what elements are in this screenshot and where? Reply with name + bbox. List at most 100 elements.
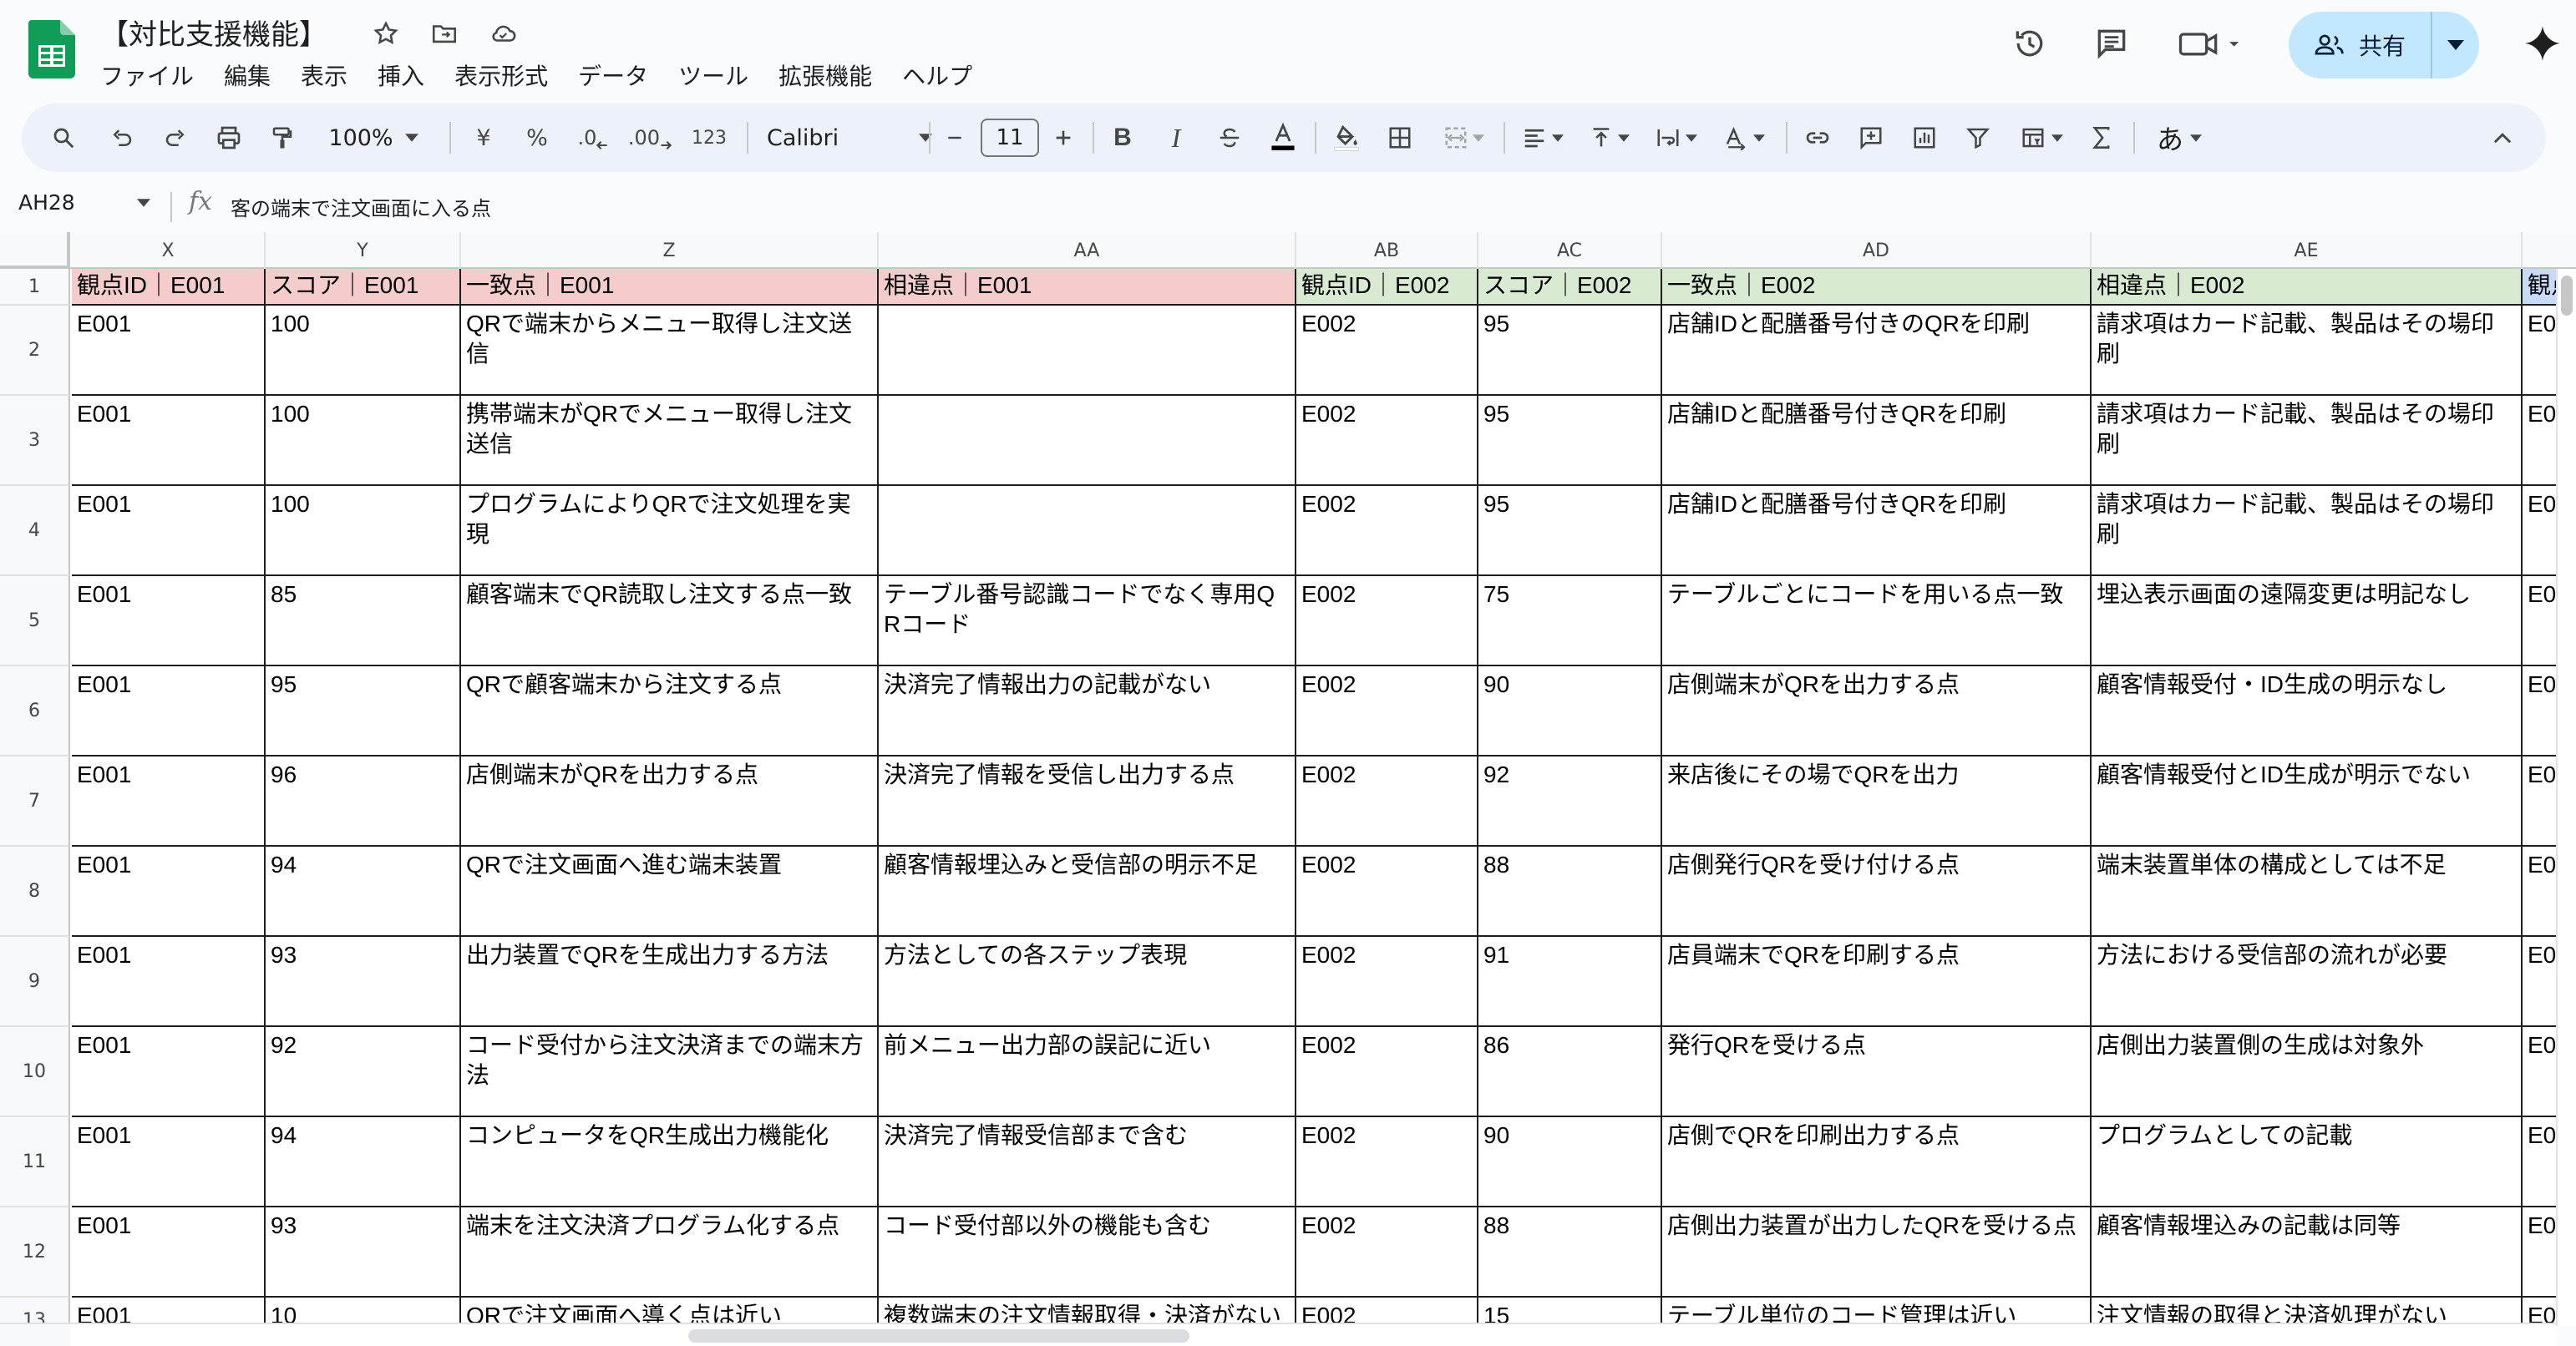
table-cell[interactable]: 店側出力装置が出力したQRを受ける点 xyxy=(1662,1207,2092,1298)
table-cell[interactable]: E001 xyxy=(72,1027,266,1117)
zoom-select[interactable]: 100% xyxy=(319,104,428,172)
table-cell[interactable]: 90 xyxy=(1478,666,1662,756)
table-cell[interactable]: QRで注文画面へ導く点は近い xyxy=(461,1298,879,1326)
table-cell[interactable]: 店側端末がQRを出力する点 xyxy=(461,756,879,847)
menu-help[interactable]: ヘルプ xyxy=(887,57,987,94)
table-cell[interactable]: E002 xyxy=(1296,847,1478,937)
table-cell[interactable]: 93 xyxy=(266,937,461,1027)
table-cell[interactable]: テーブル単位のコード管理は近い xyxy=(1662,1298,2092,1326)
table-cell[interactable]: テーブル番号認識コードでなく専用QRコード xyxy=(879,576,1296,666)
row-header[interactable]: 5 xyxy=(0,576,70,666)
search-menus-icon[interactable] xyxy=(42,104,85,172)
table-cell[interactable]: テーブルごとにコードを用いる点一致 xyxy=(1662,576,2092,666)
table-cell[interactable]: E002 xyxy=(1296,666,1478,756)
borders-icon[interactable] xyxy=(1378,104,1422,172)
table-cell[interactable]: 88 xyxy=(1478,1207,1662,1298)
menu-edit[interactable]: 編集 xyxy=(209,57,286,94)
row-header[interactable]: 6 xyxy=(0,666,70,756)
bold-icon[interactable]: B xyxy=(1101,104,1144,172)
table-cell[interactable]: QRで端末からメニュー取得し注文送信 xyxy=(461,306,879,396)
select-all-corner[interactable] xyxy=(0,232,70,269)
table-cell[interactable]: E001 xyxy=(72,1117,266,1207)
percent-format-button[interactable]: % xyxy=(516,104,558,172)
table-cell[interactable]: E002 xyxy=(1296,1298,1478,1326)
table-cell[interactable]: 91 xyxy=(1478,937,1662,1027)
vertical-scrollbar[interactable] xyxy=(2556,269,2576,1326)
horizontal-scroll-thumb[interactable] xyxy=(688,1329,1189,1343)
increase-decimal-button[interactable]: .00 xyxy=(625,104,675,172)
table-cell[interactable]: 95 xyxy=(1478,486,1662,576)
version-history-icon[interactable] xyxy=(2006,20,2053,67)
row-header[interactable]: 13 xyxy=(0,1298,70,1326)
filter-views-icon[interactable] xyxy=(2010,104,2073,172)
table-cell[interactable]: 85 xyxy=(266,576,461,666)
table-cell[interactable]: E001 xyxy=(72,396,266,486)
table-cell[interactable]: E002 xyxy=(1296,576,1478,666)
text-color-icon[interactable] xyxy=(1261,104,1305,172)
table-cell[interactable]: 92 xyxy=(266,1027,461,1117)
gemini-spark-icon[interactable] xyxy=(2519,20,2566,67)
column-header[interactable]: AB xyxy=(1296,232,1478,269)
merge-cells-icon[interactable] xyxy=(1432,104,1495,172)
more-formats-button[interactable]: 123 xyxy=(685,104,733,172)
table-cell[interactable]: 店舗IDと配膳番号付きQRを印刷 xyxy=(1662,486,2092,576)
table-cell[interactable]: 96 xyxy=(266,756,461,847)
table-cell[interactable]: E002 xyxy=(1296,396,1478,486)
menu-file[interactable]: ファイル xyxy=(99,57,209,94)
name-box[interactable]: AH28 xyxy=(18,190,75,215)
row-header[interactable]: 2 xyxy=(0,306,70,396)
table-cell[interactable]: E002 xyxy=(1296,1027,1478,1117)
table-cell[interactable]: コード受付部以外の機能も含む xyxy=(879,1207,1296,1298)
row-header[interactable]: 3 xyxy=(0,396,70,486)
table-cell[interactable]: 100 xyxy=(266,396,461,486)
table-cell[interactable]: 75 xyxy=(1478,576,1662,666)
row-header[interactable]: 7 xyxy=(0,756,70,847)
italic-icon[interactable]: I xyxy=(1154,104,1198,172)
table-cell[interactable]: 15 xyxy=(1478,1298,1662,1326)
font-family-select[interactable]: Calibri xyxy=(760,104,944,172)
table-cell[interactable]: 店側発行QRを受け付ける点 xyxy=(1662,847,2092,937)
table-cell[interactable]: 埋込表示画面の遠隔変更は明記なし xyxy=(2092,576,2523,666)
table-cell[interactable]: QRで注文画面へ進む端末装置 xyxy=(461,847,879,937)
vertical-scroll-thumb[interactable] xyxy=(2561,276,2573,316)
column-header[interactable]: AC xyxy=(1478,232,1662,269)
row-header[interactable]: 1 xyxy=(0,269,70,306)
column-header[interactable]: AE xyxy=(2092,232,2523,269)
decrease-font-size-icon[interactable] xyxy=(936,104,974,172)
row-header[interactable]: 4 xyxy=(0,486,70,576)
table-cell[interactable]: 10 xyxy=(266,1298,461,1326)
table-cell[interactable]: 店舗IDと配膳番号付きQRを印刷 xyxy=(1662,396,2092,486)
menu-extensions[interactable]: 拡張機能 xyxy=(763,57,887,94)
table-cell[interactable]: 94 xyxy=(266,1117,461,1207)
table-cell[interactable]: 100 xyxy=(266,306,461,396)
menu-insert[interactable]: 挿入 xyxy=(363,57,439,94)
currency-format-button[interactable]: ¥ xyxy=(463,104,505,172)
header-cell[interactable]: スコア｜E002 xyxy=(1478,269,1662,306)
table-cell[interactable]: E002 xyxy=(1296,1117,1478,1207)
move-folder-icon[interactable] xyxy=(426,15,463,52)
table-cell[interactable]: 95 xyxy=(1478,396,1662,486)
undo-icon[interactable] xyxy=(100,104,144,172)
table-cell[interactable]: 95 xyxy=(1478,306,1662,396)
table-cell[interactable]: E001 xyxy=(72,847,266,937)
header-cell[interactable]: 相違点｜E002 xyxy=(2092,269,2523,306)
vertical-align-icon[interactable] xyxy=(1579,104,1640,172)
menu-data[interactable]: データ xyxy=(563,57,663,94)
table-cell[interactable]: 端末装置単体の構成としては不足 xyxy=(2092,847,2523,937)
horizontal-align-icon[interactable] xyxy=(1512,104,1574,172)
font-size-input[interactable]: 11 xyxy=(981,119,1039,157)
menu-view[interactable]: 表示 xyxy=(286,57,363,94)
name-box-dropdown-icon[interactable] xyxy=(137,199,150,207)
table-cell[interactable]: QRで顧客端末から注文する点 xyxy=(461,666,879,756)
column-header[interactable]: X xyxy=(72,232,266,269)
increase-font-size-icon[interactable] xyxy=(1044,104,1083,172)
cloud-status-icon[interactable] xyxy=(484,15,521,52)
table-cell[interactable]: 90 xyxy=(1478,1117,1662,1207)
fill-color-icon[interactable] xyxy=(1325,104,1368,172)
table-cell[interactable]: 端末を注文決済プログラム化する点 xyxy=(461,1207,879,1298)
column-header[interactable]: AD xyxy=(1662,232,2092,269)
table-cell[interactable]: E001 xyxy=(72,937,266,1027)
insert-comment-icon[interactable] xyxy=(1849,104,1893,172)
table-cell[interactable] xyxy=(879,306,1296,396)
share-dropdown-icon[interactable] xyxy=(2432,12,2479,78)
